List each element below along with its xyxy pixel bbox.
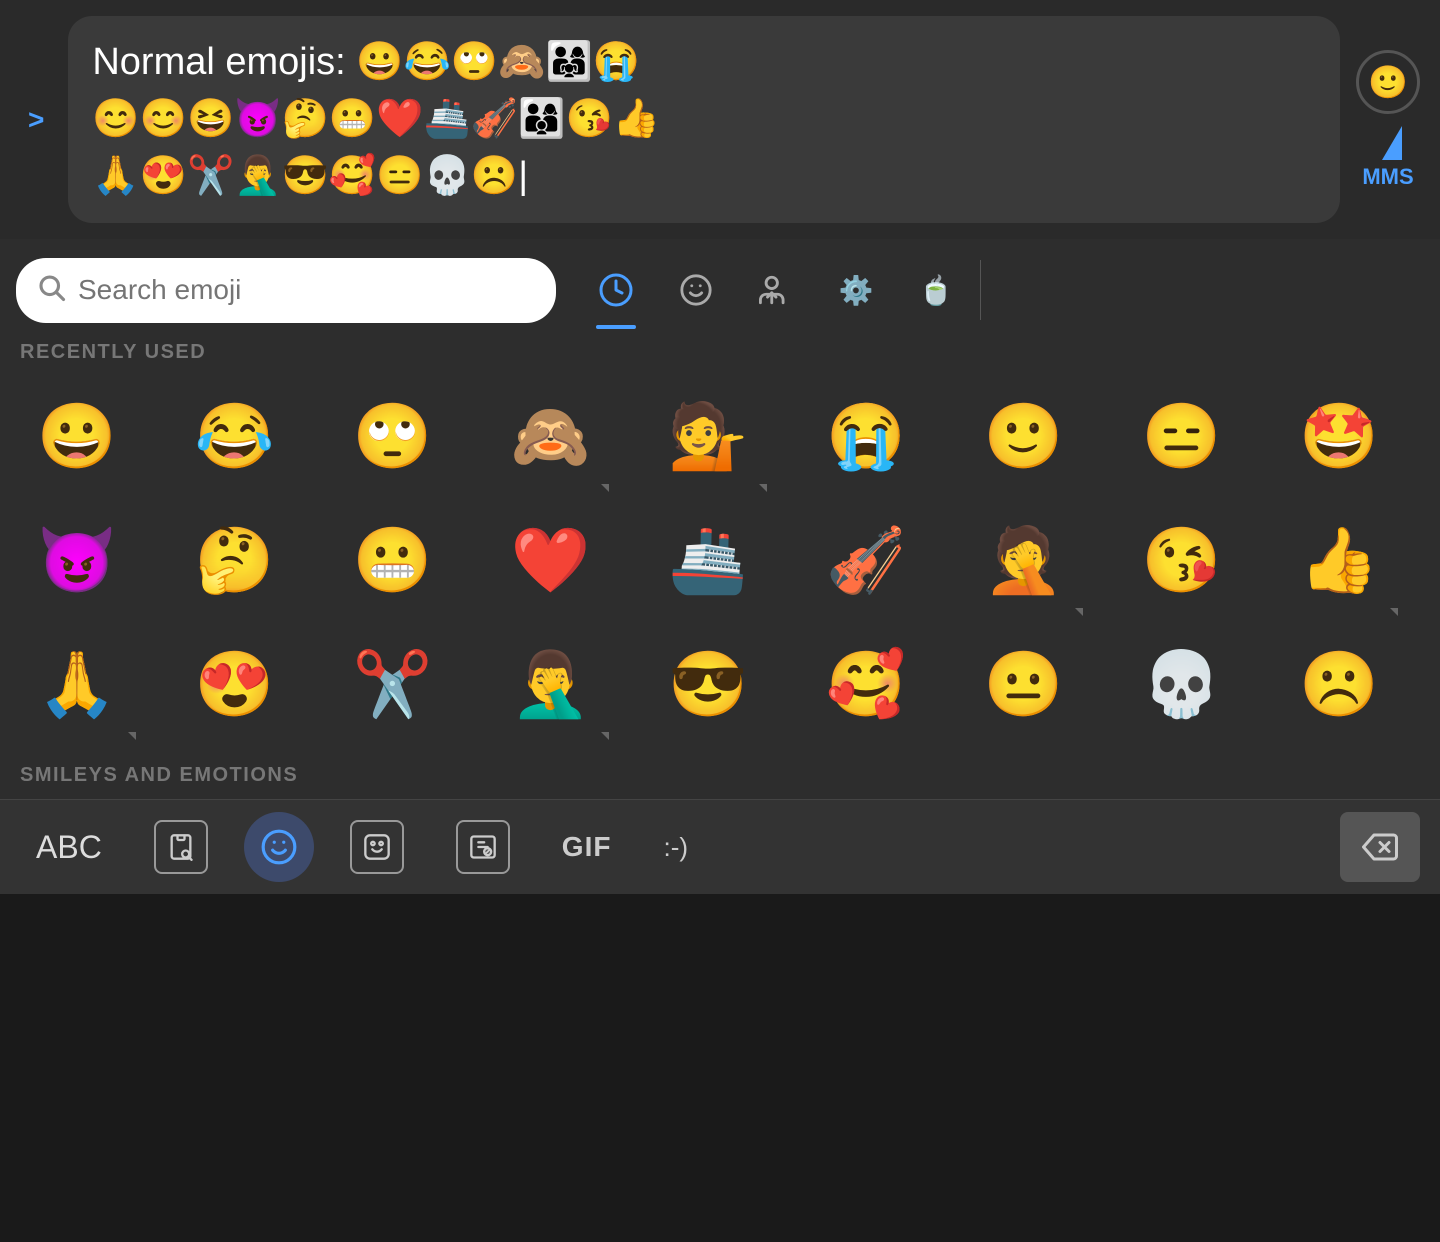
clipboard-icon	[154, 820, 208, 874]
emoji-grinning[interactable]: 😀	[12, 376, 142, 496]
message-actions: 🙂 MMS	[1356, 50, 1420, 190]
emoticon-button[interactable]: :-)	[647, 824, 704, 871]
emoji-kiss-heart[interactable]: 😘	[1116, 500, 1246, 620]
search-icon	[36, 272, 66, 309]
tab-divider	[980, 260, 981, 320]
emoji-praying-hands[interactable]: 🙏	[12, 624, 142, 744]
emoji-man-facepalm[interactable]: 🤦‍♂️	[485, 624, 615, 744]
smileys-emotions-label: SMILEYS AND EMOTIONS	[0, 748, 1440, 795]
message-bubble[interactable]: Normal emojis: 😀😂🙄🙈👨‍👩‍👧😭😊😊😆😈🤔😬❤️🚢🎻👨‍👩‍👦…	[68, 16, 1340, 223]
emoji-rolling-eyes[interactable]: 🙄	[328, 376, 458, 496]
message-text: Normal emojis: 😀😂🙄🙈👨‍👩‍👧😭😊😊😆😈🤔😬❤️🚢🎻👨‍👩‍👦…	[92, 41, 660, 197]
tab-smiley[interactable]	[656, 255, 736, 325]
gif-button[interactable]: GIF	[546, 823, 628, 871]
memo-icon	[456, 820, 510, 874]
emoji-person-gesture[interactable]: 💁	[643, 376, 773, 496]
emoji-keyboard-button[interactable]	[244, 812, 314, 882]
emoji-smiling-hearts[interactable]: 🥰	[801, 624, 931, 744]
expand-button[interactable]: >	[20, 96, 52, 144]
emoji-thumbsup[interactable]: 👍	[1274, 500, 1404, 620]
emoji-frowning[interactable]: ☹️	[1274, 624, 1404, 744]
emoji-picker: ⚙️ 🍵 RECENTLY USED 😀 😂 🙄 🙈 💁 😭 🙂 😑 🤩 😈 🤔	[0, 239, 1440, 799]
emoji-thinking[interactable]: 🤔	[170, 500, 300, 620]
emoji-button[interactable]: 🙂	[1356, 50, 1420, 114]
emoji-smiling-horns[interactable]: 😈	[12, 500, 142, 620]
keyboard-bar: ABC	[0, 799, 1440, 894]
tab-people[interactable]	[736, 255, 816, 325]
emoji-laughing-tears[interactable]: 😂	[170, 376, 300, 496]
emoji-violin[interactable]: 🎻	[801, 500, 931, 620]
emoji-red-heart[interactable]: ❤️	[485, 500, 615, 620]
category-tabs: ⚙️ 🍵	[568, 255, 1424, 325]
emoji-see-no-evil[interactable]: 🙈	[485, 376, 615, 496]
delete-button[interactable]	[1340, 812, 1420, 882]
emoji-grid-recent: 😀 😂 🙄 🙈 💁 😭 🙂 😑 🤩 😈 🤔 😬 ❤️ 🚢 🎻 🤦 😘 👍 🙏 😍…	[0, 372, 1440, 748]
recently-used-section: RECENTLY USED 😀 😂 🙄 🙈 💁 😭 🙂 😑 🤩 😈 🤔 😬 ❤️…	[0, 325, 1440, 799]
mms-button[interactable]: MMS	[1362, 126, 1413, 190]
mms-label: MMS	[1362, 164, 1413, 190]
emoji-skull[interactable]: 💀	[1116, 624, 1246, 744]
mms-send-icon	[1382, 126, 1402, 160]
keyboard-abc-button[interactable]: ABC	[20, 821, 118, 874]
sticker-icon	[350, 820, 404, 874]
clipboard-button[interactable]	[138, 812, 224, 882]
search-input[interactable]	[78, 274, 536, 306]
emoji-starstruck[interactable]: 🤩	[1274, 376, 1404, 496]
search-box[interactable]	[16, 258, 556, 323]
emoji-loudly-crying[interactable]: 😭	[801, 376, 931, 496]
tab-recent[interactable]	[576, 255, 656, 325]
emoji-expressionless[interactable]: 😑	[1116, 376, 1246, 496]
tab-activity[interactable]: ⚙️	[816, 255, 896, 325]
recently-used-label: RECENTLY USED	[0, 325, 1440, 372]
emoji-scissors[interactable]: ✂️	[328, 624, 458, 744]
emoji-ship[interactable]: 🚢	[643, 500, 773, 620]
emoji-heart-eyes[interactable]: 😍	[170, 624, 300, 744]
compose-area: > Normal emojis: 😀😂🙄🙈👨‍👩‍👧😭😊😊😆😈🤔😬❤️🚢🎻👨‍👩…	[0, 0, 1440, 239]
emoji-neutral-face[interactable]: 😐	[959, 624, 1089, 744]
emoji-facepalm[interactable]: 🤦	[959, 500, 1089, 620]
sticker-button[interactable]	[334, 812, 420, 882]
emoji-grimacing[interactable]: 😬	[328, 500, 458, 620]
search-row: ⚙️ 🍵	[0, 239, 1440, 325]
emoji-slightly-smiling[interactable]: 🙂	[959, 376, 1089, 496]
emoji-sunglasses[interactable]: 😎	[643, 624, 773, 744]
tab-food[interactable]: 🍵	[896, 255, 976, 325]
memo-button[interactable]	[440, 812, 526, 882]
